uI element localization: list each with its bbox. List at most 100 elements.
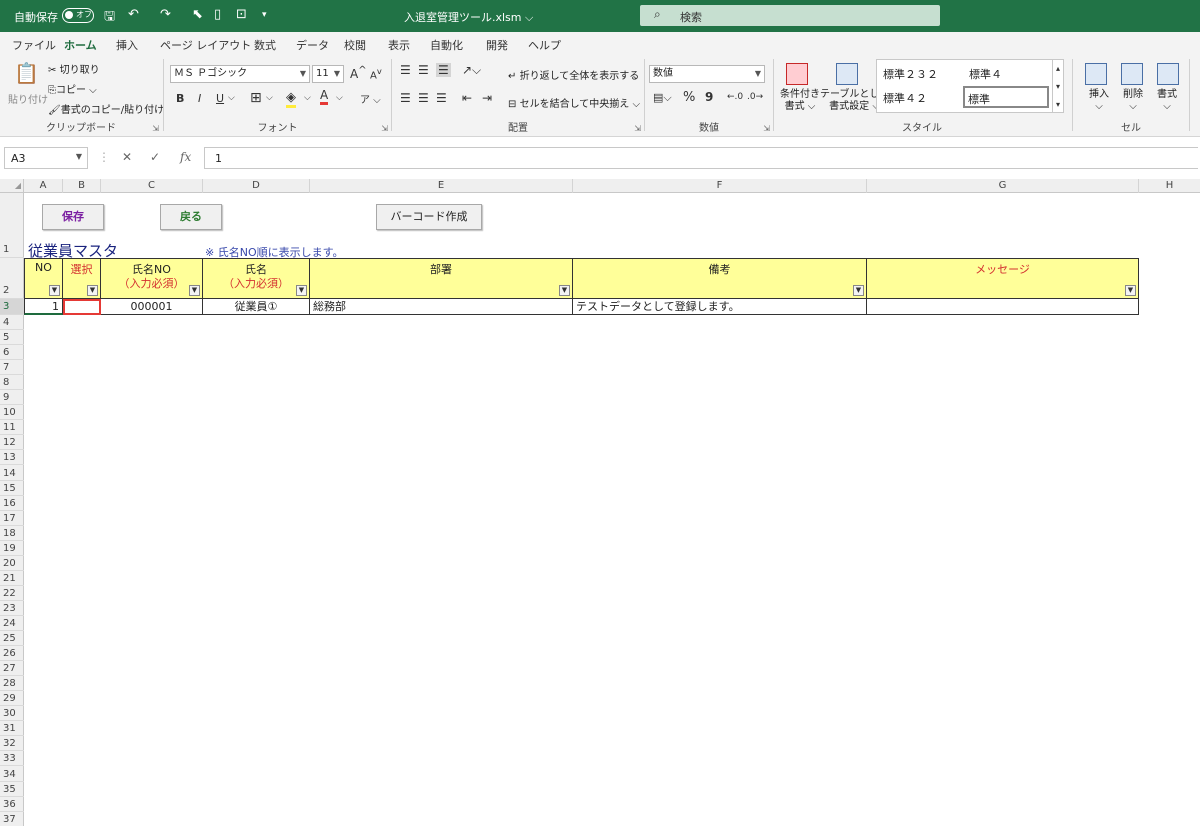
barcode-button[interactable]: バーコード作成 — [376, 204, 482, 230]
paste-icon[interactable]: 📋 — [14, 61, 39, 85]
row-header[interactable]: 14 — [0, 466, 24, 481]
tab-help[interactable]: ヘルプ — [528, 37, 561, 53]
percent-button[interactable]: % — [683, 90, 695, 105]
bold-button[interactable]: B — [176, 92, 184, 105]
name-box[interactable]: A3 ▼ — [4, 147, 88, 169]
undo-icon[interactable]: ↶ — [128, 7, 139, 22]
row-header[interactable]: 6 — [0, 345, 24, 361]
tab-page-layout[interactable]: ページ レイアウト — [160, 37, 251, 53]
decrease-decimal-icon[interactable]: .0→ — [747, 92, 763, 102]
row-header[interactable]: 9 — [0, 390, 24, 406]
column-header[interactable]: F — [573, 179, 867, 193]
document-title[interactable]: 入退室管理ツール.xlsm ⌵ — [404, 9, 533, 25]
column-header[interactable]: H — [1139, 179, 1200, 193]
styles-scroll-icon[interactable]: ▴ ▾ ▾ — [1052, 59, 1064, 113]
search-box[interactable]: ⌕ 検索 — [640, 5, 940, 26]
tab-data[interactable]: データ — [296, 37, 329, 53]
wrap-text-button[interactable]: ↵ 折り返して全体を表示する — [508, 67, 639, 82]
comma-style-button[interactable]: 9 — [705, 90, 713, 104]
tab-review[interactable]: 校閲 — [344, 37, 366, 53]
orientation-icon[interactable]: ↗⌵ — [462, 63, 481, 78]
number-format-select[interactable]: 数値 ▼ — [649, 65, 765, 83]
filter-dropdown-icon[interactable]: ▼ — [87, 285, 98, 296]
row-header[interactable]: 3 — [0, 299, 24, 315]
customize-qat-icon[interactable]: ▾ — [262, 10, 267, 20]
tab-automate[interactable]: 自動化 — [430, 37, 463, 53]
row-header[interactable]: 26 — [0, 646, 24, 662]
row-header[interactable]: 29 — [0, 691, 24, 707]
clipboard-launcher-icon[interactable]: ⇲ — [152, 124, 159, 133]
align-bottom-icon[interactable]: ☰ — [436, 63, 451, 77]
align-left-icon[interactable]: ☰ — [400, 91, 411, 105]
underline-dropdown-icon[interactable]: ⌵ — [228, 93, 235, 103]
row-header[interactable]: 16 — [0, 496, 24, 511]
borders-icon[interactable]: ⊞ — [250, 90, 262, 106]
cell-message[interactable] — [867, 299, 1139, 315]
increase-indent-icon[interactable]: ⇥ — [482, 91, 492, 105]
cell-department[interactable]: 総務部 — [310, 299, 573, 315]
row-header[interactable]: 28 — [0, 676, 24, 692]
tab-home[interactable]: ホーム — [64, 37, 97, 58]
underline-button[interactable]: U — [216, 92, 224, 105]
row-header[interactable]: 18 — [0, 526, 24, 541]
row-header[interactable]: 37 — [0, 812, 24, 826]
row-header[interactable]: 24 — [0, 616, 24, 632]
row-header[interactable]: 1 — [0, 193, 24, 258]
row-header[interactable]: 11 — [0, 420, 24, 436]
filter-dropdown-icon[interactable]: ▼ — [853, 285, 864, 296]
filter-dropdown-icon[interactable]: ▼ — [1125, 285, 1136, 296]
print-preview-icon[interactable]: ▯ — [214, 7, 221, 22]
style-standard-42[interactable]: 標準４２ — [883, 90, 927, 106]
save-icon[interactable]: 🖫 — [104, 7, 115, 29]
delete-cells-button[interactable]: 削除 ⌵ — [1123, 89, 1143, 113]
format-painter-button[interactable]: 🖌書式のコピー/貼り付け — [48, 101, 164, 116]
back-button[interactable]: 戻る — [160, 204, 222, 230]
pointer-icon[interactable]: ⬉ — [192, 7, 203, 22]
format-cells-button[interactable]: 書式 ⌵ — [1157, 89, 1177, 113]
cell-emp-no[interactable]: 000001 — [101, 299, 203, 315]
accounting-format-icon[interactable]: ▤⌵ — [653, 91, 672, 105]
font-size-select[interactable]: 11 ▼ — [312, 65, 344, 83]
font-color-dropdown-icon[interactable]: ⌵ — [336, 93, 343, 103]
font-launcher-icon[interactable]: ⇲ — [381, 124, 388, 133]
column-header[interactable]: G — [867, 179, 1139, 193]
cell-no[interactable]: 1 — [24, 299, 63, 315]
row-header[interactable]: 8 — [0, 375, 24, 391]
grow-font-button[interactable]: A^ — [350, 65, 367, 81]
row-header[interactable]: 25 — [0, 631, 24, 647]
formula-input[interactable]: 1 — [204, 147, 1198, 169]
tab-view[interactable]: 表示 — [388, 37, 410, 53]
row-header[interactable]: 34 — [0, 767, 24, 782]
conditional-format-button[interactable]: 条件付き 書式 ⌵ — [780, 89, 820, 113]
worksheet[interactable]: 保存 戻る バーコード作成 従業員マスタ ※ 氏名NO順に表示します。 NO ▼ … — [24, 193, 1200, 826]
filter-dropdown-icon[interactable]: ▼ — [296, 285, 307, 296]
align-middle-icon[interactable]: ☰ — [418, 63, 429, 77]
row-header[interactable]: 27 — [0, 661, 24, 677]
fill-color-icon[interactable]: ◈ — [286, 90, 296, 108]
row-header[interactable]: 32 — [0, 736, 24, 752]
phonetic-button[interactable]: ア ⌵ — [360, 91, 381, 106]
column-header[interactable]: C — [101, 179, 203, 193]
number-launcher-icon[interactable]: ⇲ — [763, 124, 770, 133]
borders-dropdown-icon[interactable]: ⌵ — [266, 93, 273, 103]
copy-button[interactable]: ⎘コピー ⌵ — [48, 81, 97, 96]
row-header[interactable]: 5 — [0, 330, 24, 346]
row-header[interactable]: 36 — [0, 797, 24, 812]
autosave-toggle[interactable]: オフ — [62, 8, 94, 23]
row-header[interactable]: 22 — [0, 586, 24, 601]
row-header[interactable]: 13 — [0, 450, 24, 466]
save-button[interactable]: 保存 — [42, 204, 104, 230]
column-header[interactable]: A — [24, 179, 63, 193]
filter-dropdown-icon[interactable]: ▼ — [49, 285, 60, 296]
row-header[interactable]: 35 — [0, 782, 24, 797]
row-header[interactable]: 7 — [0, 360, 24, 376]
row-header[interactable]: 15 — [0, 481, 24, 496]
merge-center-button[interactable]: ⊟ セルを結合して中央揃え ⌵ — [508, 95, 640, 110]
cell-name[interactable]: 従業員① — [203, 299, 310, 315]
align-center-icon[interactable]: ☰ — [418, 91, 429, 105]
cell-select[interactable] — [63, 299, 101, 315]
paste-button[interactable]: 貼り付け — [8, 91, 48, 106]
insert-cells-button[interactable]: 挿入 ⌵ — [1089, 89, 1109, 113]
row-header[interactable]: 23 — [0, 601, 24, 616]
italic-button[interactable]: I — [198, 92, 201, 105]
